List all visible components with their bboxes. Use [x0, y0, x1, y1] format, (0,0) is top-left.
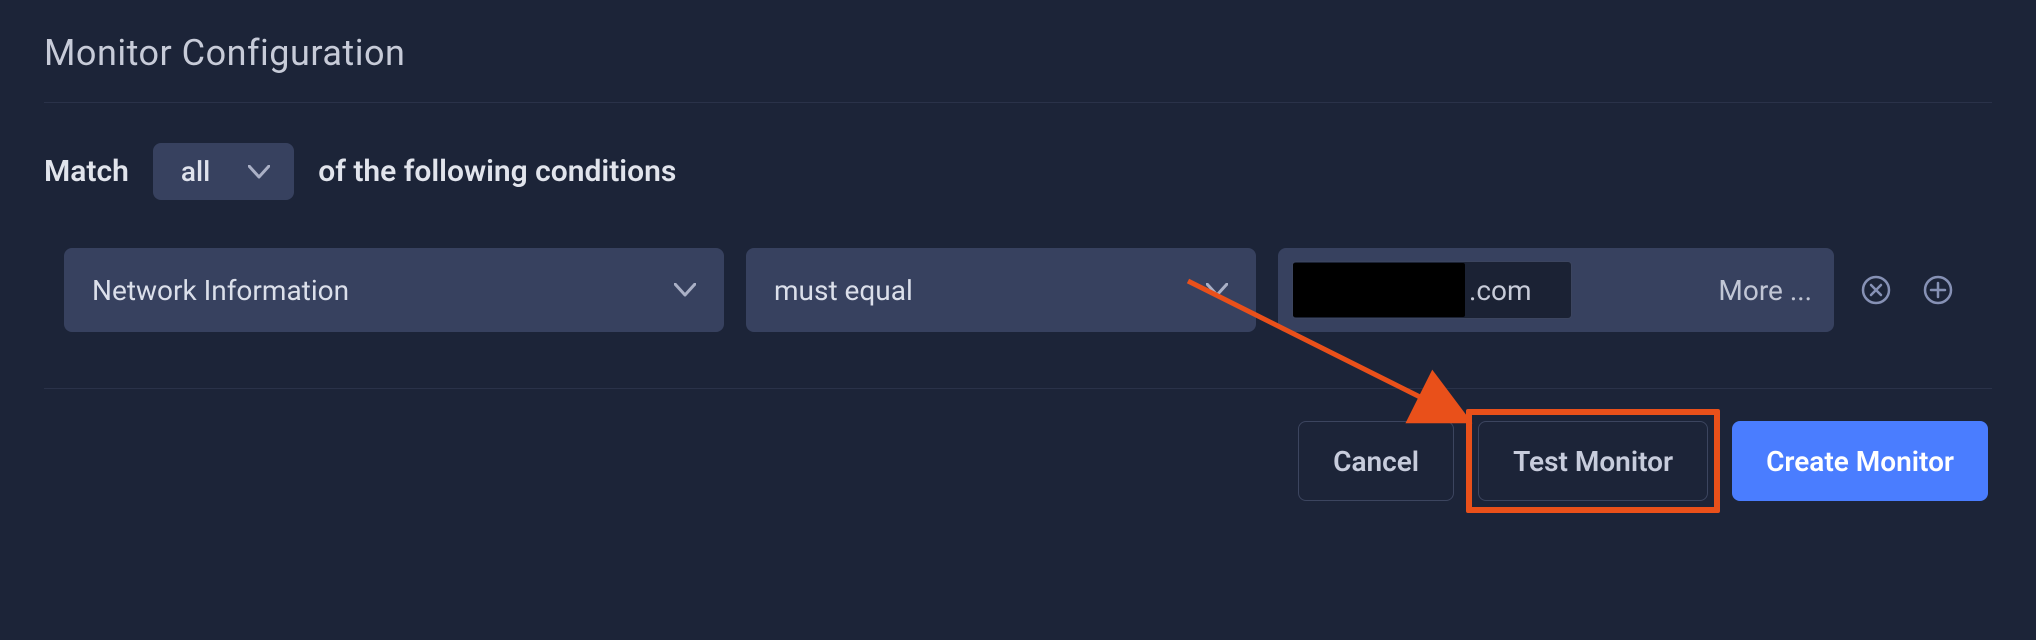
divider-bottom: [44, 388, 1992, 389]
monitor-configuration-panel: Monitor Configuration Match all of the f…: [0, 0, 2036, 640]
condition-value-visible: .com: [1469, 274, 1532, 307]
chevron-down-icon: [674, 283, 696, 297]
divider-top: [44, 102, 1992, 103]
footer-actions: Cancel Test Monitor Create Monitor: [44, 421, 1992, 501]
chevron-down-icon: [248, 165, 270, 179]
condition-more-button[interactable]: More ...: [1718, 274, 1812, 307]
condition-operator-select[interactable]: must equal: [746, 248, 1256, 332]
create-monitor-button[interactable]: Create Monitor: [1732, 421, 1988, 501]
match-suffix-label: of the following conditions: [318, 154, 676, 189]
chevron-down-icon: [1206, 283, 1228, 297]
plus-circle-icon: [1922, 274, 1954, 306]
panel-title: Monitor Configuration: [44, 32, 1992, 74]
remove-condition-button[interactable]: [1856, 270, 1896, 310]
condition-operator-value: must equal: [774, 274, 913, 307]
condition-value-wrap: .com More ...: [1278, 248, 1834, 332]
test-monitor-button[interactable]: Test Monitor: [1478, 421, 1708, 501]
condition-value-input[interactable]: .com: [1292, 261, 1572, 319]
match-prefix-label: Match: [44, 154, 129, 189]
match-mode-select[interactable]: all: [153, 143, 294, 200]
cancel-button[interactable]: Cancel: [1298, 421, 1454, 501]
condition-field-value: Network Information: [92, 274, 349, 307]
add-condition-button[interactable]: [1918, 270, 1958, 310]
match-row: Match all of the following conditions: [44, 143, 1992, 200]
condition-row: Network Information must equal .com More…: [64, 248, 1992, 332]
redacted-region: [1293, 263, 1465, 317]
match-mode-value: all: [181, 155, 210, 188]
condition-field-select[interactable]: Network Information: [64, 248, 724, 332]
close-circle-icon: [1860, 274, 1892, 306]
